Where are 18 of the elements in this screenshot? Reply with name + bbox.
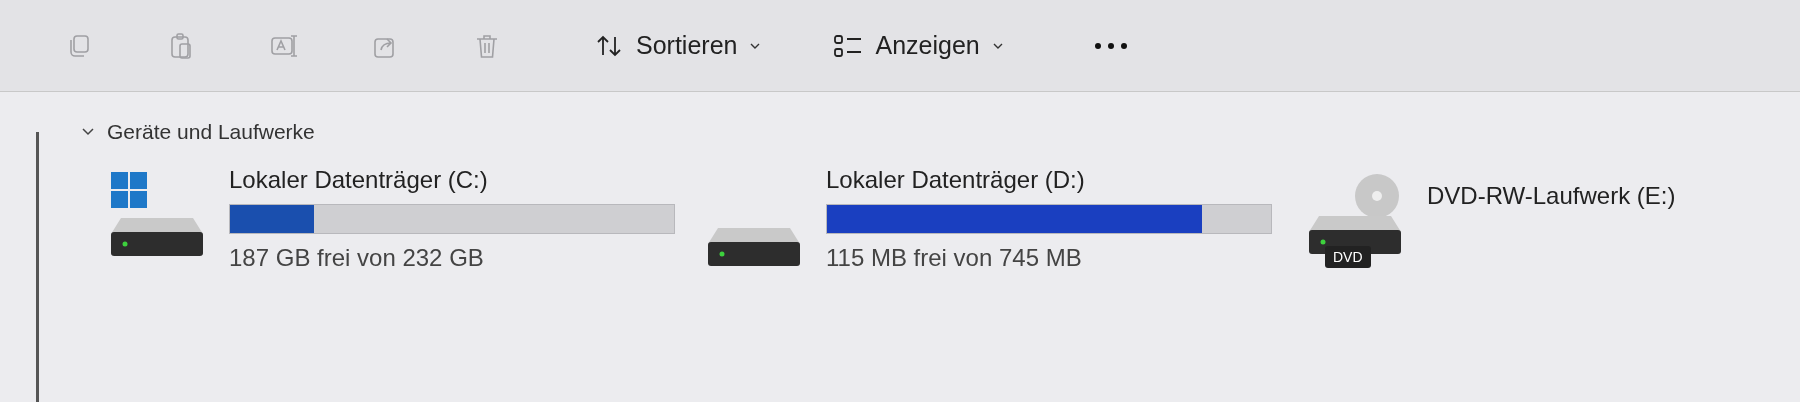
caret-icon [749, 41, 762, 50]
view-button[interactable]: Anzeigen [825, 25, 1012, 66]
drive-name: Lokaler Datenträger (D:) [826, 166, 1086, 194]
more-icon [1093, 41, 1128, 50]
hard-drive-icon [111, 218, 203, 256]
dvd-label: DVD [1325, 246, 1371, 268]
drive-tile[interactable]: Lokaler Datenträger (D:) 115 MB frei von 745 MB [708, 158, 1305, 272]
drive-tile[interactable]: DVD DVD-RW-Laufwerk (E:) [1305, 158, 1676, 272]
free-space-text: 187 GB frei von 232 GB [229, 244, 485, 272]
drive-name: DVD-RW-Laufwerk (E:) [1427, 182, 1676, 210]
section-header[interactable]: Geräte und Laufwerke [81, 120, 315, 144]
caret-icon [991, 41, 1004, 50]
list-view-icon [833, 32, 864, 59]
free-space-text: 115 MB frei von 745 MB [826, 244, 1083, 272]
sort-button[interactable]: Sortieren [588, 25, 770, 66]
drive-tile[interactable]: Lokaler Datenträger (C:) 187 GB frei von 232 GB [111, 158, 708, 272]
drive-name: Lokaler Datenträger (C:) [229, 166, 489, 194]
hard-drive-icon [708, 228, 800, 266]
